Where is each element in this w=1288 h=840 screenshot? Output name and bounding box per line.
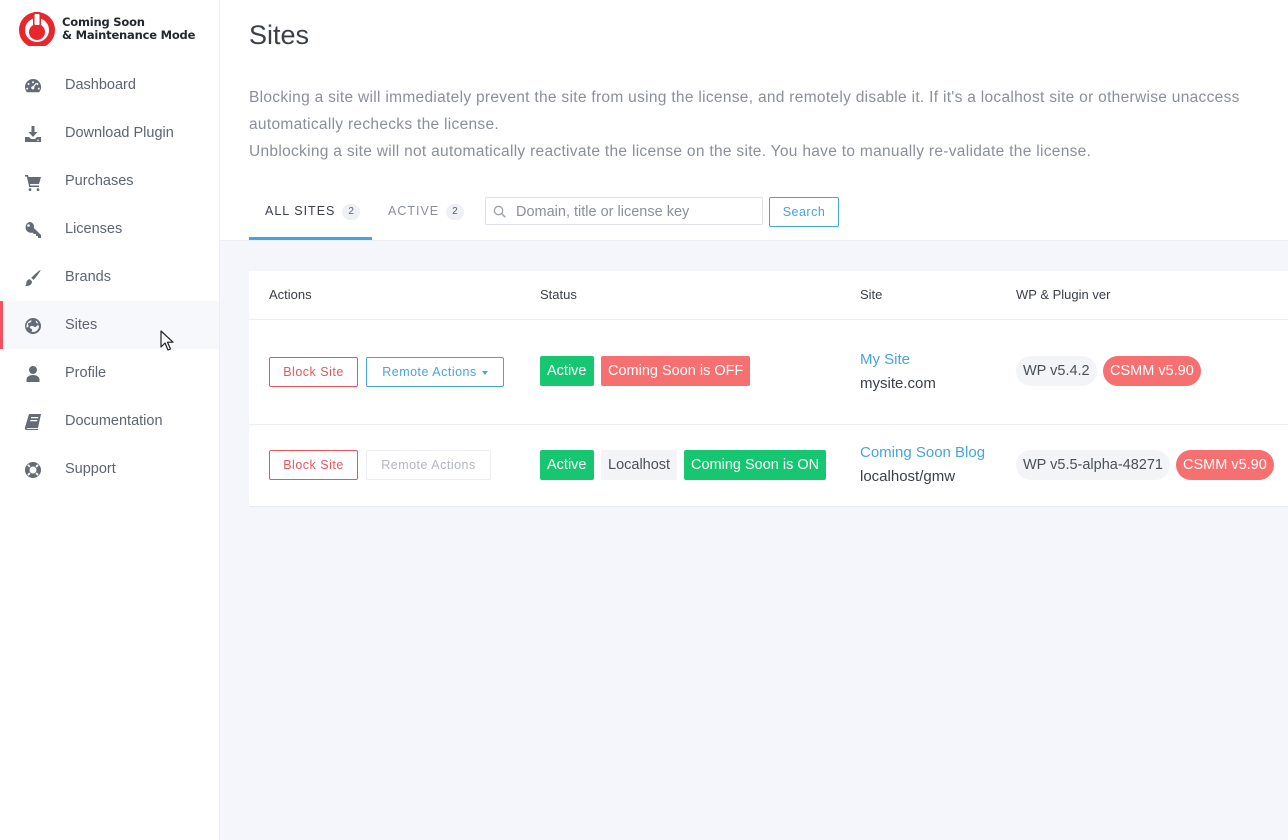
sidebar-item-label: Sites <box>65 317 98 333</box>
sites-table: Actions Status Site WP & Plugin ver Bloc… <box>249 271 1288 507</box>
site-title-link[interactable]: Coming Soon Blog <box>860 444 985 461</box>
brand-logo[interactable]: Coming Soon & Maintenance Mode <box>18 12 195 46</box>
download-icon <box>24 125 42 143</box>
remote-actions-dropdown[interactable]: Remote Actions <box>366 357 504 387</box>
column-header-status: Status <box>540 287 577 302</box>
status-badge-active: Active <box>540 356 594 386</box>
sidebar-item-purchases[interactable]: Purchases <box>0 157 219 205</box>
sidebar-item-download-plugin[interactable]: Download Plugin <box>0 109 219 157</box>
cart-icon <box>24 173 42 191</box>
row-divider <box>249 424 1288 425</box>
tab-label: ACTIVE <box>388 204 440 218</box>
tab-all-sites[interactable]: ALL SITES 2 <box>249 196 372 240</box>
book-icon <box>24 413 42 431</box>
wp-version-badge: WP v5.5-alpha-48271 <box>1016 450 1170 480</box>
remote-actions-button-disabled: Remote Actions <box>366 450 491 480</box>
sidebar-nav: Dashboard Download Plugin Purchases Lice… <box>0 61 219 493</box>
site-domain: mysite.com <box>860 375 936 392</box>
sidebar-item-support[interactable]: Support <box>0 445 219 493</box>
block-site-button[interactable]: Block Site <box>269 450 358 480</box>
sidebar-item-licenses[interactable]: Licenses <box>0 205 219 253</box>
sidebar-item-label: Brands <box>65 269 111 285</box>
site-domain: localhost/gmw <box>860 468 956 485</box>
row-divider <box>249 319 1288 320</box>
description-line: Unblocking a site will not automatically… <box>249 143 1092 160</box>
user-icon <box>24 365 42 383</box>
brand-name-line2: & Maintenance Mode <box>62 28 196 42</box>
sidebar-item-dashboard[interactable]: Dashboard <box>0 61 219 109</box>
tab-count-badge: 2 <box>446 204 464 220</box>
column-header-actions: Actions <box>269 287 312 302</box>
status-badge-active: Active <box>540 450 594 480</box>
description-line: Blocking a site will immediately prevent… <box>249 89 1240 106</box>
page-header: Sites Blocking a site will immediately p… <box>220 0 1288 241</box>
page-description: Blocking a site will immediately prevent… <box>249 84 1288 165</box>
key-icon <box>24 221 42 239</box>
search-field <box>485 197 763 226</box>
mouse-cursor-icon <box>160 330 174 351</box>
sidebar-item-label: Dashboard <box>65 77 136 93</box>
tab-label: ALL SITES <box>265 204 336 218</box>
sidebar-item-brands[interactable]: Brands <box>0 253 219 301</box>
description-line: automatically rechecks the license. <box>249 116 500 133</box>
brush-icon <box>24 269 42 287</box>
plugin-version-badge: CSMM v5.90 <box>1103 356 1201 386</box>
search-button[interactable]: Search <box>769 197 839 227</box>
block-site-button[interactable]: Block Site <box>269 357 358 387</box>
sidebar-item-label: Profile <box>65 365 107 381</box>
tab-count-badge: 2 <box>342 204 360 220</box>
sidebar-item-profile[interactable]: Profile <box>0 349 219 397</box>
site-title-link[interactable]: My Site <box>860 351 910 368</box>
site-filter-tabs: ALL SITES 2 ACTIVE 2 <box>249 196 468 240</box>
globe-icon <box>24 317 42 335</box>
status-badge-localhost: Localhost <box>601 450 678 480</box>
status-badge-coming-soon: Coming Soon is ON <box>684 450 827 480</box>
column-header-site: Site <box>860 287 883 302</box>
power-logo-icon <box>19 12 55 46</box>
search-icon <box>493 205 506 218</box>
column-header-versions: WP & Plugin ver <box>1016 287 1111 302</box>
wp-version-badge: WP v5.4.2 <box>1016 356 1097 386</box>
search-input[interactable] <box>514 198 758 226</box>
sidebar-item-sites[interactable]: Sites <box>0 301 219 349</box>
sidebar-item-label: Licenses <box>65 221 123 237</box>
sidebar-item-label: Support <box>65 461 116 477</box>
page-title: Sites <box>249 20 310 50</box>
brand-name: Coming Soon & Maintenance Mode <box>62 16 195 42</box>
caret-down-icon <box>481 370 488 375</box>
tab-active[interactable]: ACTIVE 2 <box>372 196 468 240</box>
gauge-icon <box>24 77 42 95</box>
lifebuoy-icon <box>24 461 42 479</box>
sidebar-item-label: Download Plugin <box>65 125 174 141</box>
sidebar-item-documentation[interactable]: Documentation <box>0 397 219 445</box>
sidebar: Coming Soon & Maintenance Mode Dashboard… <box>0 0 220 840</box>
sidebar-item-label: Documentation <box>65 413 163 429</box>
plugin-version-badge: CSMM v5.90 <box>1176 450 1274 480</box>
remote-actions-label: Remote Actions <box>382 365 477 379</box>
status-badge-coming-soon: Coming Soon is OFF <box>601 356 751 386</box>
sidebar-item-label: Purchases <box>65 173 134 189</box>
